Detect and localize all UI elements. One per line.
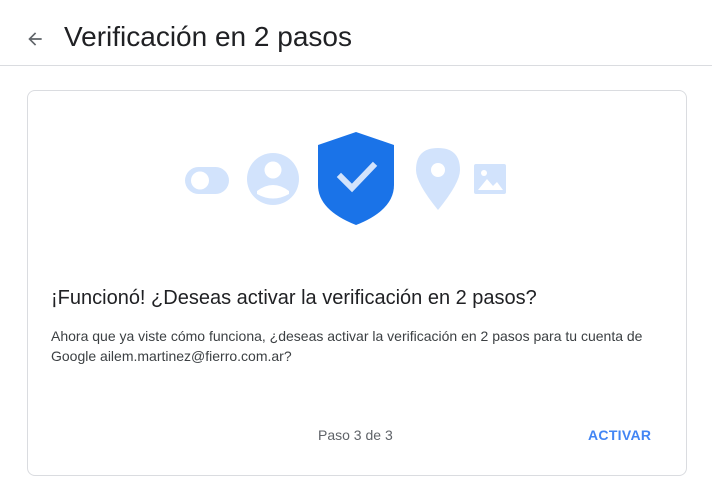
page-title: Verificación en 2 pasos (64, 21, 352, 52)
toggle-icon (185, 167, 229, 194)
step-indicator: Paso 3 de 3 (318, 427, 393, 443)
page-header: Verificación en 2 pasos (0, 0, 712, 66)
illustration (185, 132, 506, 225)
account-icon (247, 153, 299, 205)
image-icon (474, 164, 506, 194)
back-button[interactable] (22, 26, 48, 52)
confirmation-card: ¡Funcionó! ¿Deseas activar la verificaci… (27, 90, 687, 476)
shield-check-icon (318, 132, 394, 225)
card-description: Ahora que ya viste cómo funciona, ¿desea… (51, 328, 643, 364)
location-pin-icon (416, 148, 460, 210)
card-title: ¡Funcionó! ¿Deseas activar la verificaci… (51, 287, 537, 309)
activate-button[interactable]: ACTIVAR (578, 418, 661, 452)
arrow-back-icon (28, 32, 42, 46)
